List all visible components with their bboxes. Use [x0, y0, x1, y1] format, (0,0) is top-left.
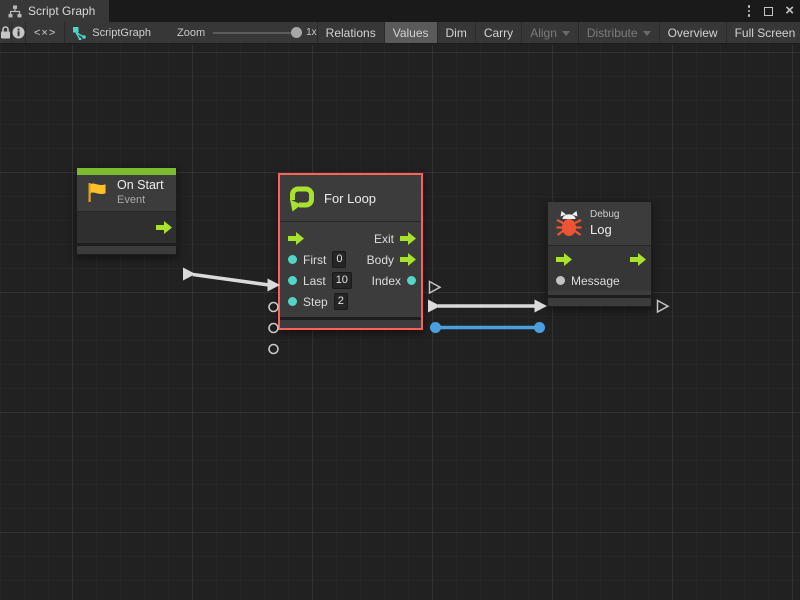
- flow-input-port[interactable]: [288, 232, 304, 245]
- step-value-port[interactable]: [288, 297, 297, 306]
- first-value-port[interactable]: [288, 255, 297, 264]
- node-for-loop[interactable]: For Loop Exit First 0 Body: [278, 173, 423, 330]
- port-label-body: Body: [367, 253, 394, 267]
- toolbar-middle: ScriptGraph Zoom 1x: [65, 22, 317, 43]
- zoom-slider[interactable]: [213, 27, 301, 39]
- last-value-field[interactable]: 10: [332, 272, 352, 289]
- node-title: Log: [590, 222, 619, 238]
- hierarchy-icon: [8, 5, 22, 18]
- port-row: Exit: [280, 228, 421, 249]
- distribute-dropdown[interactable]: Distribute: [579, 22, 660, 43]
- graph-toolbar: <×> ScriptGraph Zoom 1x Relations Values…: [0, 22, 800, 44]
- node-title: For Loop: [324, 191, 376, 206]
- exit-flow-port[interactable]: [400, 232, 416, 245]
- port-label-exit: Exit: [374, 232, 394, 246]
- lock-icon[interactable]: [0, 22, 12, 43]
- port-label-last: Last: [303, 274, 326, 288]
- node-title: On Start: [117, 178, 164, 194]
- node-on-start[interactable]: On Start Event: [76, 167, 177, 255]
- flow-output-port[interactable]: [156, 221, 172, 234]
- tab-title: Script Graph: [28, 4, 95, 18]
- carry-button[interactable]: Carry: [476, 22, 522, 43]
- title-bar: Script Graph ×: [0, 0, 800, 22]
- port-row: First 0 Body: [280, 249, 421, 270]
- graph-name-label[interactable]: ScriptGraph: [92, 27, 151, 39]
- relations-button[interactable]: Relations: [318, 22, 385, 43]
- edit-source-button[interactable]: <×>: [26, 22, 65, 43]
- port-label-index: Index: [372, 274, 401, 288]
- port-label-message: Message: [571, 274, 620, 288]
- flow-output-port[interactable]: [630, 253, 646, 266]
- maximize-icon[interactable]: [764, 7, 773, 16]
- zoom-label: Zoom: [177, 27, 205, 39]
- chevron-down-icon: [643, 31, 651, 36]
- close-icon[interactable]: ×: [785, 3, 794, 18]
- node-debug-log[interactable]: Debug Log Message: [547, 201, 652, 307]
- step-value-field[interactable]: 2: [334, 293, 348, 310]
- port-row: Last 10 Index: [280, 270, 421, 291]
- tab-script-graph[interactable]: Script Graph: [0, 0, 109, 22]
- full-screen-button[interactable]: Full Screen: [727, 22, 800, 43]
- info-icon[interactable]: [12, 22, 26, 43]
- port-label-first: First: [303, 253, 326, 267]
- loop-icon: [288, 185, 316, 212]
- message-value-port[interactable]: [556, 276, 565, 285]
- node-subtitle: Event: [117, 194, 164, 208]
- values-button[interactable]: Values: [385, 22, 438, 43]
- node-category: Debug: [590, 209, 619, 222]
- kebab-menu-icon[interactable]: [746, 3, 753, 19]
- toolbar-toggles: Relations Values Dim Carry Align Distrib…: [318, 22, 800, 43]
- graph-asset-icon: [72, 26, 87, 40]
- port-label-step: Step: [303, 295, 328, 309]
- align-dropdown[interactable]: Align: [522, 22, 579, 43]
- port-row: Step 2: [280, 291, 421, 312]
- first-value-field[interactable]: 0: [332, 251, 346, 268]
- overview-button[interactable]: Overview: [660, 22, 727, 43]
- flag-icon: [85, 181, 109, 204]
- dim-button[interactable]: Dim: [438, 22, 476, 43]
- zoom-value: 1x: [306, 27, 317, 38]
- index-value-port[interactable]: [407, 276, 416, 285]
- flow-input-port[interactable]: [556, 253, 572, 266]
- port-row: Message: [548, 270, 651, 291]
- chevron-down-icon: [562, 31, 570, 36]
- port-row: [548, 249, 651, 270]
- last-value-port[interactable]: [288, 276, 297, 285]
- body-flow-port[interactable]: [400, 253, 416, 266]
- zoom-slider-handle[interactable]: [291, 27, 302, 38]
- unity-graph-window: Script Graph × <×>: [0, 0, 800, 600]
- bug-icon: [556, 210, 582, 237]
- event-color-stripe: [77, 168, 176, 175]
